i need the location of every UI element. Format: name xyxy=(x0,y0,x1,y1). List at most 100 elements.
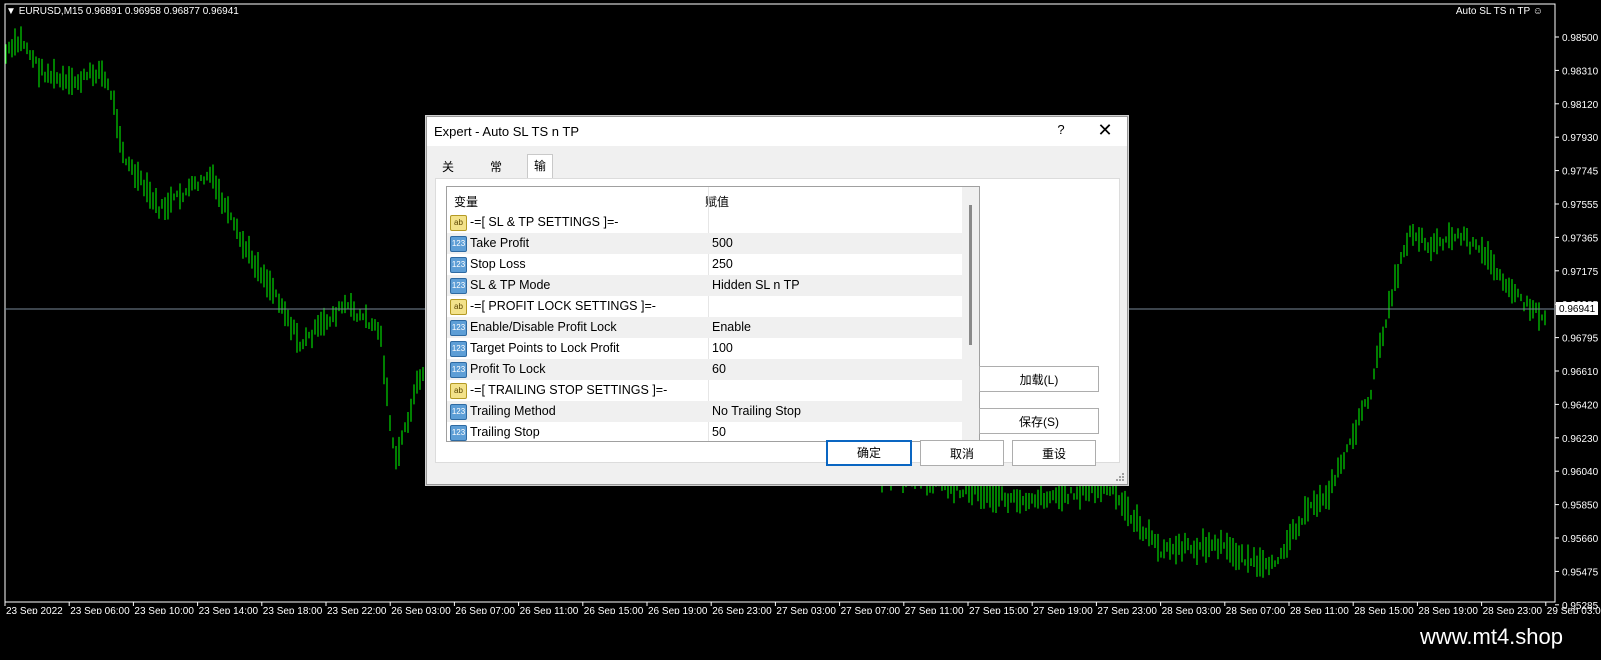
time-label: 28 Sep 07:00 xyxy=(1226,606,1286,614)
parameter-value[interactable]: 50 xyxy=(712,425,726,439)
parameter-name: Stop Loss xyxy=(470,257,526,271)
time-label: 23 Sep 10:00 xyxy=(134,606,194,614)
load-button[interactable]: 加载(L) xyxy=(979,366,1099,392)
string-type-icon: ab xyxy=(450,215,467,231)
time-label: 28 Sep 03:00 xyxy=(1162,606,1222,614)
time-label: 23 Sep 06:00 xyxy=(70,606,130,614)
time-label: 28 Sep 15:00 xyxy=(1354,606,1414,614)
parameter-value[interactable]: No Trailing Stop xyxy=(712,404,801,418)
scrollbar-thumb[interactable] xyxy=(969,205,972,345)
parameter-name: -=[ SL & TP SETTINGS ]=- xyxy=(470,215,619,229)
expert-advisor-label: Auto SL TS n TP ☺ xyxy=(1456,6,1543,17)
price-label: 0.98310 xyxy=(1562,66,1599,77)
parameter-row[interactable]: 123 Profit To Lock 60 xyxy=(447,359,962,380)
price-label: 0.96040 xyxy=(1562,467,1599,478)
price-label: 0.95850 xyxy=(1562,501,1599,512)
time-label: 26 Sep 19:00 xyxy=(648,606,708,614)
table-header: 变量 赋值 xyxy=(447,187,962,212)
time-label: 26 Sep 15:00 xyxy=(584,606,644,614)
number-type-icon: 123 xyxy=(450,257,467,273)
parameter-value[interactable]: Enable xyxy=(712,320,751,334)
reset-button[interactable]: 重设 xyxy=(1012,440,1096,466)
chart-menu-arrow-icon[interactable]: ▼ xyxy=(6,6,16,17)
price-label: 0.98120 xyxy=(1562,100,1599,111)
time-label: 27 Sep 11:00 xyxy=(905,606,964,614)
time-label: 28 Sep 23:00 xyxy=(1483,606,1543,614)
parameter-name: Target Points to Lock Profit xyxy=(470,341,620,355)
number-type-icon: 123 xyxy=(450,341,467,357)
time-label: 23 Sep 18:00 xyxy=(263,606,323,614)
ok-button[interactable]: 确定 xyxy=(826,440,912,466)
parameter-row[interactable]: 123 SL & TP Mode Hidden SL n TP xyxy=(447,275,962,296)
parameter-row[interactable]: ab -=[ SL & TP SETTINGS ]=- xyxy=(447,212,962,233)
price-label: 0.95475 xyxy=(1562,567,1599,578)
price-label: 0.96795 xyxy=(1562,334,1599,345)
time-label: 23 Sep 22:00 xyxy=(327,606,387,614)
number-type-icon: 123 xyxy=(450,236,467,252)
current-price-label: 0.96941 xyxy=(1559,304,1596,315)
time-label: 27 Sep 23:00 xyxy=(1097,606,1157,614)
number-type-icon: 123 xyxy=(450,425,467,441)
expert-properties-dialog: Expert - Auto SL TS n TP ? ✕ 关于 常用 输入参数 … xyxy=(426,116,1128,485)
number-type-icon: 123 xyxy=(450,404,467,420)
parameter-value[interactable]: 60 xyxy=(712,362,726,376)
parameter-name: SL & TP Mode xyxy=(470,278,551,292)
time-label: 28 Sep 19:00 xyxy=(1418,606,1478,614)
string-type-icon: ab xyxy=(450,383,467,399)
parameter-row[interactable]: 123 Trailing Method No Trailing Stop xyxy=(447,401,962,422)
time-label: 27 Sep 19:00 xyxy=(1033,606,1093,614)
price-label: 0.97175 xyxy=(1562,267,1599,278)
parameter-value[interactable]: Hidden SL n TP xyxy=(712,278,800,292)
parameter-value[interactable]: 250 xyxy=(712,257,733,271)
table-scrollbar[interactable] xyxy=(962,187,979,441)
tab-about[interactable]: 关于 xyxy=(436,157,460,194)
parameter-name: Take Profit xyxy=(470,236,530,250)
parameter-row[interactable]: 123 Take Profit 500 xyxy=(447,233,962,254)
parameter-row[interactable]: ab -=[ PROFIT LOCK SETTINGS ]=- xyxy=(447,296,962,317)
help-button[interactable]: ? xyxy=(1051,122,1071,142)
parameter-row[interactable]: 123 Trailing Stop 50 xyxy=(447,422,962,441)
chart-symbol-header: ▼ EURUSD,M15 0.96891 0.96958 0.96877 0.9… xyxy=(6,6,239,17)
cancel-button[interactable]: 取消 xyxy=(920,440,1004,466)
price-label: 0.97555 xyxy=(1562,200,1599,211)
resize-grip-icon[interactable] xyxy=(1115,472,1125,482)
price-label: 0.95660 xyxy=(1562,534,1599,545)
parameter-row[interactable]: 123 Stop Loss 250 xyxy=(447,254,962,275)
number-type-icon: 123 xyxy=(450,362,467,378)
parameter-name: Trailing Method xyxy=(470,404,556,418)
time-label: 27 Sep 15:00 xyxy=(969,606,1029,614)
inputs-panel: 变量 赋值 ab -=[ SL & TP SETTINGS ]=- 123 Take … xyxy=(435,178,1120,463)
price-label: 0.96230 xyxy=(1562,434,1599,445)
string-type-icon: ab xyxy=(450,299,467,315)
column-header-variable[interactable]: 变量 xyxy=(454,193,478,210)
parameter-row[interactable]: 123 Enable/Disable Profit Lock Enable xyxy=(447,317,962,338)
parameter-value[interactable]: 100 xyxy=(712,341,733,355)
parameter-name: Profit To Lock xyxy=(470,362,546,376)
save-button[interactable]: 保存(S) xyxy=(979,408,1099,434)
parameter-name: -=[ PROFIT LOCK SETTINGS ]=- xyxy=(470,299,656,313)
price-label: 0.98500 xyxy=(1562,33,1599,44)
time-label: 26 Sep 11:00 xyxy=(520,606,579,614)
dialog-title: Expert - Auto SL TS n TP xyxy=(434,124,579,139)
input-parameters-table: 变量 赋值 ab -=[ SL & TP SETTINGS ]=- 123 Take … xyxy=(446,186,980,442)
ea-name: Auto SL TS n TP xyxy=(1455,6,1530,17)
tab-inputs[interactable]: 输入参数 xyxy=(527,154,554,239)
time-label: 29 Sep 03:00 xyxy=(1547,606,1601,614)
parameter-row[interactable]: ab -=[ TRAILING STOP SETTINGS ]=- xyxy=(447,380,962,401)
dialog-title-bar[interactable]: Expert - Auto SL TS n TP ? ✕ xyxy=(427,117,1127,146)
watermark-footer: www.mt4.shop xyxy=(0,614,1601,660)
close-button[interactable]: ✕ xyxy=(1093,120,1117,142)
parameter-value[interactable]: 500 xyxy=(712,236,733,250)
time-label: 27 Sep 07:00 xyxy=(841,606,901,614)
number-type-icon: 123 xyxy=(450,278,467,294)
time-label: 26 Sep 03:00 xyxy=(391,606,451,614)
time-label: 26 Sep 23:00 xyxy=(712,606,772,614)
number-type-icon: 123 xyxy=(450,320,467,336)
parameter-row[interactable]: 123 Target Points to Lock Profit 100 xyxy=(447,338,962,359)
price-label: 0.96420 xyxy=(1562,400,1599,411)
tab-common[interactable]: 常用 xyxy=(484,157,508,194)
price-label: 0.96610 xyxy=(1562,367,1599,378)
symbol-info: EURUSD,M15 0.96891 0.96958 0.96877 0.969… xyxy=(18,6,239,17)
time-label: 23 Sep 14:00 xyxy=(199,606,259,614)
price-label: 0.97365 xyxy=(1562,233,1599,244)
